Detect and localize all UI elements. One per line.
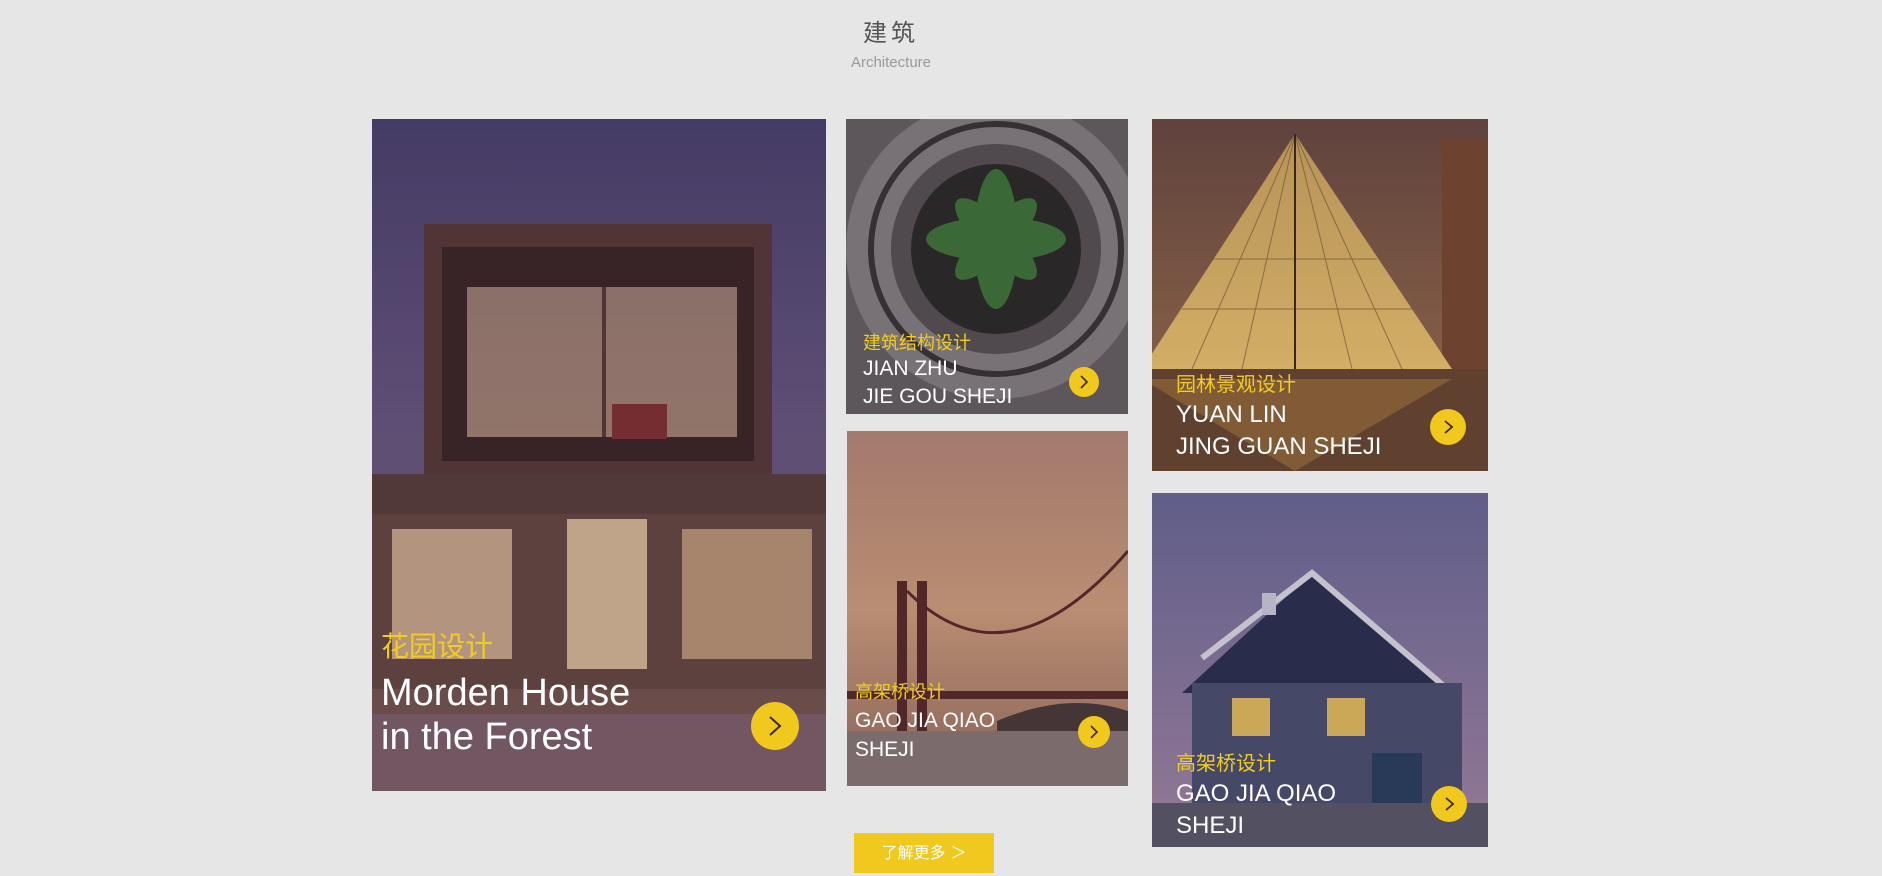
card-caption: 花园设计 Morden House in the Forest xyxy=(381,625,630,759)
project-card-structure-design[interactable]: 建筑结构设计 JIAN ZHU JIE GOU SHEJI xyxy=(846,119,1128,414)
card-arrow-button[interactable] xyxy=(1069,367,1099,397)
project-card-bridge-design[interactable]: 高架桥设计 GAO JIA QIAO SHEJI xyxy=(847,431,1128,786)
card-arrow-button[interactable] xyxy=(1430,409,1466,445)
card-label: 建筑结构设计 xyxy=(863,333,971,354)
project-card-bridge-design-2[interactable]: 高架桥设计 GAO JIA QIAO SHEJI xyxy=(1152,493,1488,847)
card-arrow-button[interactable] xyxy=(1078,716,1110,748)
section-title: 建筑 xyxy=(863,19,919,47)
card-label: 高架桥设计 xyxy=(1176,751,1276,775)
card-title: Morden House in the Forest xyxy=(381,672,631,758)
section-heading: 建筑 Architecture xyxy=(0,18,1782,71)
card-caption: 高架桥设计 GAO JIA QIAO SHEJI xyxy=(1176,747,1336,842)
section-subtitle: Architecture xyxy=(850,54,932,71)
learn-more-button[interactable]: 了解更多 ＞ xyxy=(854,833,994,873)
card-title: GAO JIA QIAO SHEJI xyxy=(855,709,996,761)
card-label: 高架桥设计 xyxy=(855,682,945,703)
chevron-right-icon xyxy=(1080,375,1089,389)
chevron-right-icon xyxy=(1090,725,1099,739)
card-label: 园林景观设计 xyxy=(1176,372,1296,396)
card-title: JIAN ZHU JIE GOU SHEJI xyxy=(863,357,1013,408)
card-title: GAO JIA QIAO SHEJI xyxy=(1176,780,1337,839)
chevron-right-icon xyxy=(769,716,782,736)
card-caption: 建筑结构设计 JIAN ZHU JIE GOU SHEJI xyxy=(863,329,1012,411)
card-caption: 园林景观设计 YUAN LIN JING GUAN SHEJI xyxy=(1176,368,1381,463)
chevron-right-icon xyxy=(1444,420,1454,434)
card-arrow-button[interactable] xyxy=(751,702,799,750)
card-title: YUAN LIN JING GUAN SHEJI xyxy=(1176,401,1382,460)
project-card-landscape-design[interactable]: 园林景观设计 YUAN LIN JING GUAN SHEJI xyxy=(1152,119,1488,471)
project-card-garden-design[interactable]: 花园设计 Morden House in the Forest xyxy=(372,119,826,791)
chevron-right-icon xyxy=(1445,797,1455,811)
card-arrow-button[interactable] xyxy=(1431,786,1467,822)
card-caption: 高架桥设计 GAO JIA QIAO SHEJI xyxy=(855,678,995,764)
card-label: 花园设计 xyxy=(381,630,494,663)
